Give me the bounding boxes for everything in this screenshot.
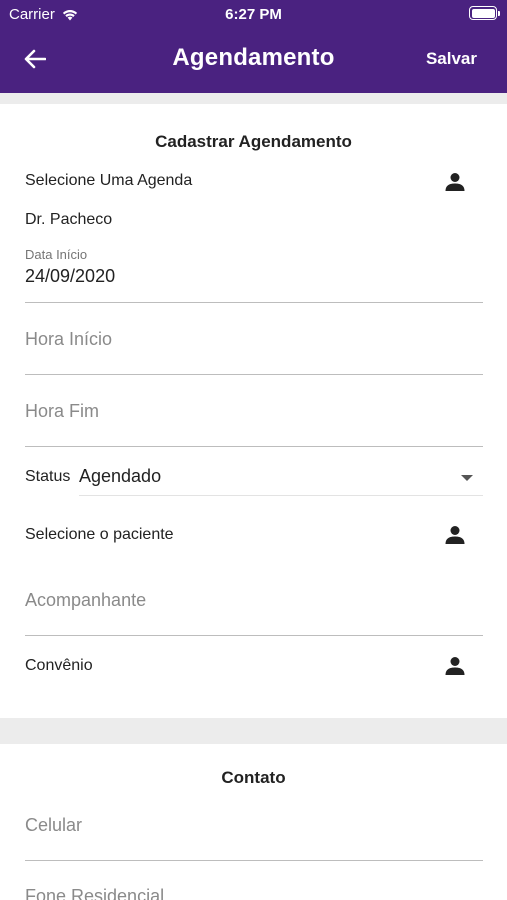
- data-inicio-field[interactable]: Data Início 24/09/2020: [25, 244, 483, 303]
- status-bar: Carrier 6:27 PM: [0, 0, 507, 30]
- status-row: Status Agendado: [25, 466, 483, 496]
- schedule-form-card: Cadastrar Agendamento Selecione Uma Agen…: [0, 104, 507, 718]
- clock: 6:27 PM: [225, 6, 282, 23]
- acompanhante-placeholder: Acompanhante: [25, 590, 147, 610]
- status-label: Status: [25, 468, 71, 485]
- agenda-value: Dr. Pacheco: [25, 211, 113, 228]
- person-icon-paciente[interactable]: [443, 523, 467, 547]
- acompanhante-field[interactable]: Acompanhante: [25, 564, 483, 636]
- hora-fim-field[interactable]: Hora Fim: [25, 375, 483, 447]
- data-inicio-label: Data Início: [25, 247, 88, 262]
- hora-inicio-placeholder: Hora Início: [25, 329, 113, 349]
- status-select-value: Agendado: [79, 466, 162, 486]
- agenda-selector-label[interactable]: Selecione Uma Agenda: [25, 172, 192, 190]
- fone-residencial-placeholder: Fone Residencial: [25, 886, 165, 900]
- dropdown-caret-icon: [461, 475, 473, 481]
- data-inicio-value: 24/09/2020: [25, 266, 116, 286]
- battery-icon: [469, 6, 500, 20]
- paciente-selector-label[interactable]: Selecione o paciente: [25, 526, 174, 544]
- person-icon-agenda[interactable]: [443, 170, 467, 194]
- celular-placeholder: Celular: [25, 815, 83, 835]
- section-title-schedule: Cadastrar Agendamento: [155, 132, 352, 151]
- convenio-selector-label[interactable]: Convênio: [25, 657, 93, 675]
- app-bar: Carrier 6:27 PM Agendamento Salvar: [0, 0, 507, 93]
- save-button[interactable]: Salvar: [426, 49, 477, 69]
- hora-inicio-field[interactable]: Hora Início: [25, 303, 483, 375]
- contact-card: Contato Celular Fone Residencial: [0, 744, 507, 900]
- person-icon-convenio[interactable]: [443, 654, 467, 678]
- celular-field[interactable]: Celular: [25, 790, 483, 861]
- fone-residencial-field[interactable]: Fone Residencial: [25, 861, 483, 900]
- section-title-contato: Contato: [221, 768, 286, 787]
- status-select[interactable]: Agendado: [79, 460, 483, 496]
- hora-fim-placeholder: Hora Fim: [25, 401, 100, 421]
